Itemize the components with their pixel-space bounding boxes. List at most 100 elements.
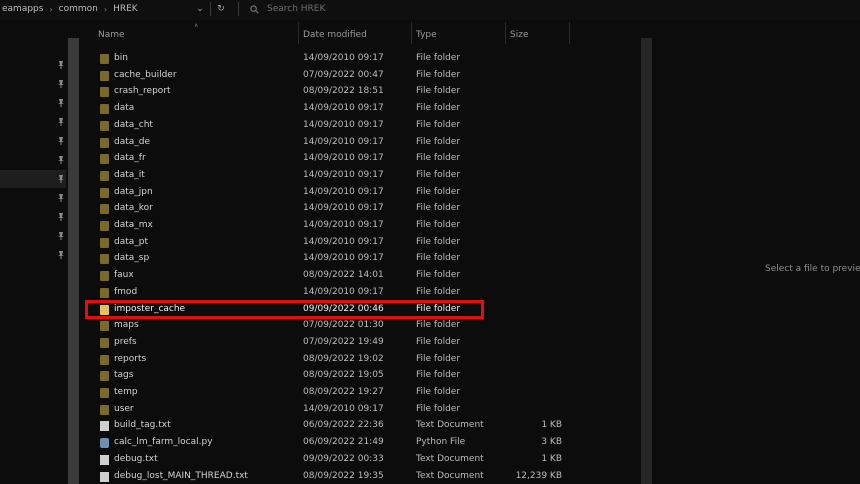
file-row[interactable]: fmod 14/09/2010 09:17 File folder [82,285,638,302]
file-row[interactable]: crash_report 08/09/2022 18:51 File folder [82,84,638,101]
file-name: debug.txt [114,453,158,464]
file-size: 1 KB [541,453,562,464]
folder-icon [100,354,109,365]
column-header-name[interactable]: Name [98,30,125,40]
file-row[interactable]: maps 07/09/2022 01:30 File folder [82,318,638,335]
folder-icon [100,137,109,148]
file-type: File folder [416,336,461,347]
column-header-date[interactable]: Date modified [303,30,367,40]
folder-icon [100,237,109,248]
folder-icon [100,404,109,415]
file-row[interactable]: reports 08/09/2022 19:02 File folder [82,352,638,369]
pin-icon [58,80,64,88]
file-row[interactable]: data_cht 14/09/2010 09:17 File folder [82,118,638,135]
file-name: cache_builder [114,69,177,80]
pin-icon [58,61,64,69]
chevron-right-icon: › [49,4,53,14]
breadcrumb-item[interactable]: HREK [113,4,138,14]
folder-icon [100,104,109,115]
search-box[interactable]: Search HREK [242,0,640,18]
pin-icon [58,194,64,202]
file-date: 08/09/2022 19:27 [303,387,384,397]
file-row[interactable]: tags 08/09/2022 19:05 File folder [82,368,638,385]
file-date: 14/09/2010 09:17 [303,119,384,130]
divider [238,2,239,16]
top-bar: eamapps › common › HREK ⌄ ↻ Search HREK [0,0,860,20]
divider [210,2,211,16]
breadcrumb-item[interactable]: common [59,4,98,14]
file-name: data_it [114,169,145,180]
file-date: 06/09/2022 22:36 [303,420,384,431]
file-type: File folder [416,153,461,164]
folder-icon [100,204,109,215]
file-type: File folder [416,286,461,297]
column-divider[interactable] [569,22,570,44]
folder-icon [100,271,109,282]
file-type: File folder [416,236,461,247]
file-date: 14/09/2010 09:17 [303,186,384,197]
pin-icon [58,213,64,221]
file-row[interactable]: data_fr 14/09/2010 09:17 File folder [82,151,638,168]
file-name: data_kor [114,203,153,214]
file-row[interactable]: data_sp 14/09/2010 09:17 File folder [82,251,638,268]
folder-icon [100,54,109,64]
preview-pane: Select a file to preview. [654,22,860,484]
file-row[interactable]: data_pt 14/09/2010 09:17 File folder [82,235,638,252]
file-list-scrollbar[interactable] [641,38,652,484]
file-name: data_fr [114,153,146,164]
folder-icon [100,154,109,165]
file-row[interactable]: build_tag.txt 06/09/2022 22:36 Text Docume… [82,418,638,435]
file-row[interactable]: data_kor 14/09/2010 09:17 File folder [82,201,638,218]
file-date: 14/09/2010 09:17 [303,103,384,114]
file-row[interactable]: data_mx 14/09/2010 09:17 File folder [82,218,638,235]
file-date: 09/09/2022 00:33 [303,453,384,464]
history-dropdown-icon[interactable]: ⌄ [194,2,206,16]
file-name: data_sp [114,253,150,264]
file-date: 07/09/2022 00:47 [303,69,384,80]
file-row[interactable]: user 14/09/2010 09:17 File folder [82,402,638,419]
column-divider[interactable] [298,22,299,44]
file-row[interactable]: cache_builder 07/09/2022 00:47 File folder [82,68,638,85]
file-name: data_mx [114,220,153,230]
folder-icon [100,287,109,298]
file-name: user [114,403,134,414]
file-name: temp [114,387,138,397]
file-type: File folder [416,353,461,364]
file-date: 14/09/2010 09:17 [303,153,384,164]
file-type: File folder [416,53,461,63]
file-row[interactable]: prefs 07/09/2022 19:49 File folder [82,335,638,352]
file-row[interactable]: calc_lm_farm_local.py 06/09/2022 21:49 Pyt… [82,435,638,452]
refresh-icon[interactable]: ↻ [214,2,228,16]
file-row[interactable]: data 14/09/2010 09:17 File folder [82,101,638,118]
file-row[interactable]: data_jpn 14/09/2010 09:17 File folder [82,185,638,202]
folder-icon [100,87,109,98]
file-type: File folder [416,387,461,397]
file-row[interactable]: temp 08/09/2022 19:27 File folder [82,385,638,402]
pin-icon [58,137,64,145]
file-row[interactable]: data_de 14/09/2010 09:17 File folder [82,135,638,152]
file-date: 14/09/2010 09:17 [303,169,384,180]
file-row[interactable]: faux 08/09/2022 14:01 File folder [82,268,638,285]
column-header-type[interactable]: Type [416,30,437,40]
address-bar[interactable]: eamapps › common › HREK [0,0,210,18]
pin-icon [58,118,64,126]
file-row[interactable]: data_it 14/09/2010 09:17 File folder [82,168,638,185]
file-row[interactable]: debug_lost_MAIN_THREAD.txt 08/09/2022 19:… [82,469,638,484]
column-divider[interactable] [411,22,412,44]
column-divider[interactable] [505,22,506,44]
file-row[interactable]: bin 14/09/2010 09:17 File folder [82,51,638,68]
file-date: 14/09/2010 09:17 [303,286,384,297]
file-size: 12,239 KB [515,470,562,481]
file-name: build_tag.txt [114,420,171,431]
column-header-size[interactable]: Size [510,30,528,40]
file-type: Text Document [416,453,484,464]
nav-scrollbar[interactable] [68,38,79,484]
file-name: data_jpn [114,186,153,197]
file-type: File folder [416,136,461,147]
file-row[interactable]: debug.txt 09/09/2022 00:33 Text Document 1 … [82,452,638,469]
search-icon [250,4,259,14]
pin-icon [58,156,64,164]
file-name: data [114,103,135,114]
file-type: File folder [416,169,461,180]
breadcrumb-item[interactable]: eamapps [2,4,43,14]
